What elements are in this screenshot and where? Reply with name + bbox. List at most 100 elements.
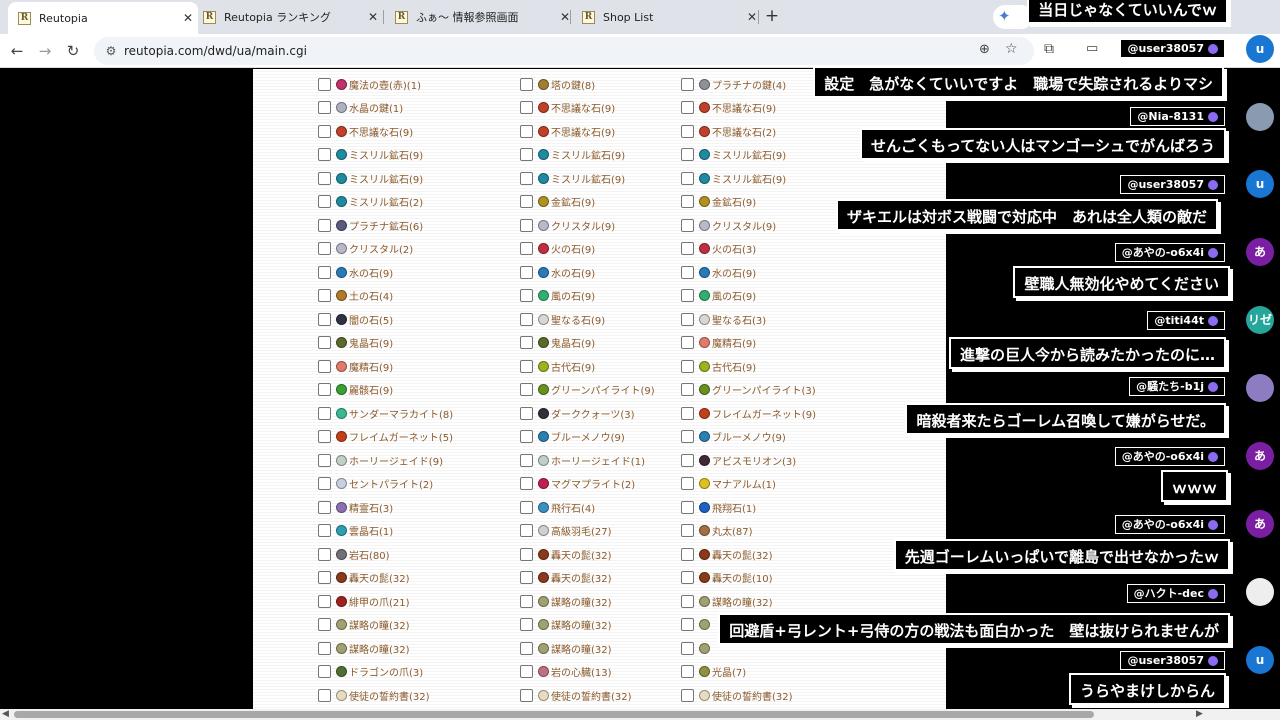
avatar[interactable]: [1246, 578, 1274, 606]
item-checkbox[interactable]: [318, 571, 331, 584]
item-checkbox[interactable]: [681, 218, 694, 232]
item-checkbox[interactable]: [318, 524, 331, 537]
site-info-icon[interactable]: ⚙: [102, 42, 120, 60]
chat-handle[interactable]: @user38057: [1120, 175, 1225, 194]
item-row[interactable]: 風の石(9): [681, 285, 756, 307]
item-checkbox[interactable]: [681, 124, 694, 138]
item-row[interactable]: ブルーメノウ(9): [681, 426, 786, 448]
item-checkbox[interactable]: [318, 500, 331, 514]
new-tab-button[interactable]: +: [762, 7, 782, 27]
item-row[interactable]: 金鉱石(9): [681, 191, 756, 213]
item-checkbox[interactable]: [520, 430, 533, 443]
close-icon[interactable]: ✕: [363, 10, 383, 24]
item-row[interactable]: 不思議な石(9): [318, 120, 413, 142]
item-checkbox[interactable]: [318, 148, 331, 161]
item-checkbox[interactable]: [681, 77, 694, 91]
avatar[interactable]: あ: [1246, 510, 1274, 538]
item-checkbox[interactable]: [681, 453, 694, 467]
item-row[interactable]: 土の石(4): [318, 285, 393, 307]
item-row[interactable]: 轟天の髭(32): [520, 567, 612, 589]
close-icon[interactable]: ✕: [742, 10, 762, 24]
item-row[interactable]: 不思議な石(9): [520, 120, 615, 142]
chat-handle[interactable]: @騒たち-b1j: [1129, 377, 1225, 396]
bookmark-star-icon[interactable]: ☆: [1005, 41, 1018, 57]
item-checkbox[interactable]: [681, 500, 694, 514]
item-row[interactable]: 高級羽毛(27): [520, 520, 612, 542]
item-row[interactable]: ブルーメノウ(9): [520, 426, 625, 448]
item-row[interactable]: 緋甲の爪(21): [318, 590, 410, 612]
item-row[interactable]: ミスリル鉱石(9): [318, 167, 423, 189]
item-row[interactable]: ミスリル鉱石(9): [318, 144, 423, 166]
item-row[interactable]: 飛行石(4): [520, 496, 595, 518]
item-row[interactable]: 古代石(9): [681, 355, 756, 377]
item-row[interactable]: プラチナ鉱石(6): [318, 214, 423, 236]
item-row[interactable]: 塔の鍵(8): [520, 73, 595, 95]
item-checkbox[interactable]: [520, 242, 533, 255]
item-row[interactable]: フレイムガーネット(9): [681, 402, 816, 424]
item-checkbox[interactable]: [520, 336, 533, 349]
item-checkbox[interactable]: [520, 406, 533, 420]
item-row[interactable]: 光晶(7): [681, 661, 746, 683]
item-row[interactable]: 魔精石(9): [318, 355, 393, 377]
item-row[interactable]: 水晶の鍵(1): [318, 97, 403, 119]
item-row[interactable]: 使徒の誓約書(32): [520, 684, 632, 706]
item-checkbox[interactable]: [681, 524, 694, 537]
item-checkbox[interactable]: [520, 665, 533, 678]
item-row[interactable]: 謀略の瞳(32): [520, 614, 612, 636]
item-row[interactable]: ミスリル鉱石(9): [520, 167, 625, 189]
item-row[interactable]: フレイムガーネット(5): [318, 426, 453, 448]
item-checkbox[interactable]: [318, 336, 331, 349]
chat-handle[interactable]: @あやの-o6x4i: [1114, 243, 1225, 262]
item-checkbox[interactable]: [318, 618, 331, 631]
avatar[interactable]: u: [1246, 170, 1274, 198]
item-checkbox[interactable]: [318, 242, 331, 255]
item-checkbox[interactable]: [318, 477, 331, 490]
item-checkbox[interactable]: [318, 124, 331, 138]
item-checkbox[interactable]: [520, 218, 533, 232]
item-checkbox[interactable]: [681, 430, 694, 443]
chat-handle[interactable]: @user38057: [1120, 39, 1225, 58]
item-checkbox[interactable]: [318, 265, 331, 279]
item-checkbox[interactable]: [520, 571, 533, 584]
item-checkbox[interactable]: [520, 148, 533, 161]
item-checkbox[interactable]: [681, 547, 694, 561]
item-checkbox[interactable]: [520, 359, 533, 373]
item-checkbox[interactable]: [681, 289, 694, 302]
zoom-icon[interactable]: ⊕: [979, 42, 990, 57]
item-row[interactable]: ダーククォーツ(3): [520, 402, 635, 424]
tab-reutopia[interactable]: R Reutopia ✕: [8, 2, 198, 34]
item-row[interactable]: 不思議な石(9): [520, 97, 615, 119]
item-row[interactable]: セントパライト(2): [318, 473, 433, 495]
item-checkbox[interactable]: [681, 242, 694, 255]
item-checkbox[interactable]: [318, 641, 331, 655]
item-checkbox[interactable]: [681, 101, 694, 114]
item-checkbox[interactable]: [318, 594, 331, 608]
item-checkbox[interactable]: [520, 547, 533, 561]
scrollbar-thumb[interactable]: [14, 711, 1094, 718]
item-row[interactable]: 使徒の誓約書(32): [681, 684, 793, 706]
item-row[interactable]: 精霊石(3): [318, 496, 393, 518]
item-row[interactable]: ミスリル鉱石(9): [520, 144, 625, 166]
item-row[interactable]: クリスタル(9): [681, 214, 776, 236]
item-row[interactable]: 麗骸石(9): [318, 379, 393, 401]
item-row[interactable]: 轟天の髭(32): [681, 543, 773, 565]
item-checkbox[interactable]: [520, 688, 533, 702]
scroll-left-icon[interactable]: ◀: [2, 709, 9, 720]
scroll-right-icon[interactable]: ▶: [1196, 709, 1203, 720]
item-checkbox[interactable]: [318, 688, 331, 702]
item-row[interactable]: ミスリル鉱石(9): [681, 167, 786, 189]
back-button[interactable]: ←: [7, 41, 27, 61]
item-checkbox[interactable]: [318, 383, 331, 396]
item-checkbox[interactable]: [520, 618, 533, 631]
item-row[interactable]: 使徒の誓約書(32): [318, 684, 430, 706]
item-checkbox[interactable]: [318, 171, 331, 185]
item-row[interactable]: 謀略の瞳(32): [681, 590, 773, 612]
item-checkbox[interactable]: [318, 77, 331, 91]
item-row[interactable]: サンダーマラカイト(8): [318, 402, 453, 424]
item-checkbox[interactable]: [318, 406, 331, 420]
item-checkbox[interactable]: [318, 101, 331, 114]
item-row[interactable]: 水の石(9): [520, 261, 595, 283]
item-row[interactable]: 鬼晶石(9): [520, 332, 595, 354]
item-checkbox[interactable]: [681, 195, 694, 208]
item-row[interactable]: [681, 614, 712, 636]
